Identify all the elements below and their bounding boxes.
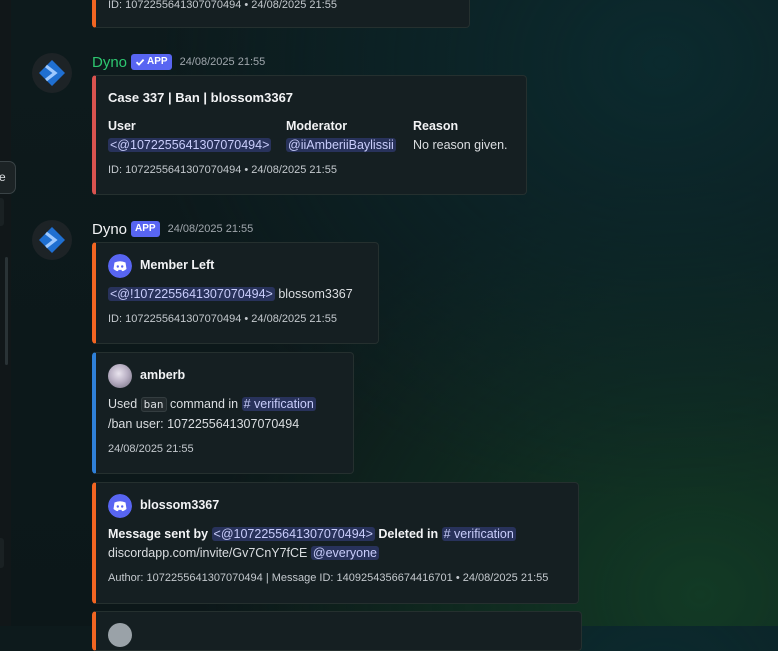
channel-mention[interactable]: # verification	[241, 397, 316, 411]
embed-bottom-partial	[92, 611, 582, 651]
embed-description: <@!1072255641307070494> blossom3367	[108, 287, 353, 301]
user-mention[interactable]: <@1072255641307070494>	[211, 527, 375, 541]
embed-author: blossom3367	[140, 498, 220, 512]
message-header: Dyno APP 24/08/2025 21:55	[92, 52, 265, 72]
message-header: Dyno APP 24/08/2025 21:55	[92, 219, 253, 239]
invite-link[interactable]: discordapp.com/invite/Gv7CnY7fCE	[108, 546, 307, 560]
embed-footer: Author: 1072255641307070494 | Message ID…	[108, 572, 549, 584]
app-badge: APP	[131, 221, 160, 237]
author-name[interactable]: Dyno	[92, 221, 127, 238]
embed-top-partial: ID: 1072255641307070494 • 24/08/2025 21:…	[92, 0, 470, 28]
avatar[interactable]	[108, 623, 132, 647]
avatar[interactable]	[32, 53, 72, 93]
user-mention[interactable]: <@1072255641307070494>	[108, 138, 272, 152]
embed-member-left: Member Left <@!1072255641307070494> blos…	[92, 242, 379, 344]
embed-deleted-message: blossom3367 Message sent by <@1072255641…	[92, 482, 579, 604]
field-name: User	[108, 119, 136, 133]
edge-fragment	[0, 198, 4, 226]
verified-check-icon	[135, 58, 145, 66]
embed-ban-case: Case 337 | Ban | blossom3367 User <@1072…	[92, 75, 527, 195]
dyno-logo-icon	[39, 60, 65, 86]
embed-description-line: discordapp.com/invite/Gv7CnY7fCE @everyo…	[108, 546, 380, 560]
user-mention[interactable]: @iiAmberiiBaylissii	[286, 138, 396, 152]
embed-description: Used ban command in # verification	[108, 397, 316, 412]
dyno-logo-icon	[39, 227, 65, 253]
left-scrollbar[interactable]	[5, 257, 8, 365]
field-value: @iiAmberiiBaylissii	[286, 138, 396, 152]
tooltip-fragment: e	[0, 161, 16, 194]
user-mention[interactable]: <@!1072255641307070494>	[108, 287, 275, 301]
embed-footer: ID: 1072255641307070494 • 24/08/2025 21:…	[108, 0, 337, 11]
embed-ban-command: amberb Used ban command in # verificatio…	[92, 352, 354, 474]
discord-logo-icon	[108, 254, 132, 278]
embed-footer: 24/08/2025 21:55	[108, 443, 194, 455]
field-name: Moderator	[286, 119, 348, 133]
embed-title: Case 337 | Ban | blossom3367	[108, 90, 294, 105]
author-name[interactable]: Dyno	[92, 54, 127, 71]
field-value: No reason given.	[413, 138, 508, 152]
inline-code: ban	[140, 397, 167, 412]
embed-footer: ID: 1072255641307070494 • 24/08/2025 21:…	[108, 164, 337, 176]
message-timestamp[interactable]: 24/08/2025 21:55	[180, 56, 266, 68]
field-name: Reason	[413, 119, 459, 133]
embed-author: amberb	[140, 368, 186, 382]
everyone-mention[interactable]: @everyone	[310, 546, 380, 560]
embed-description-line: /ban user: 1072255641307070494	[108, 417, 300, 431]
app-badge: APP	[131, 54, 172, 70]
edge-fragment	[0, 538, 4, 568]
field-value: <@1072255641307070494>	[108, 138, 272, 152]
avatar[interactable]	[32, 220, 72, 260]
channel-mention[interactable]: # verification	[441, 527, 516, 541]
embed-footer: ID: 1072255641307070494 • 24/08/2025 21:…	[108, 313, 337, 325]
message-timestamp[interactable]: 24/08/2025 21:55	[168, 223, 254, 235]
avatar[interactable]	[108, 364, 132, 388]
embed-author: Member Left	[140, 258, 215, 272]
embed-description: Message sent by <@1072255641307070494> D…	[108, 527, 516, 541]
discord-logo-icon	[108, 494, 132, 518]
